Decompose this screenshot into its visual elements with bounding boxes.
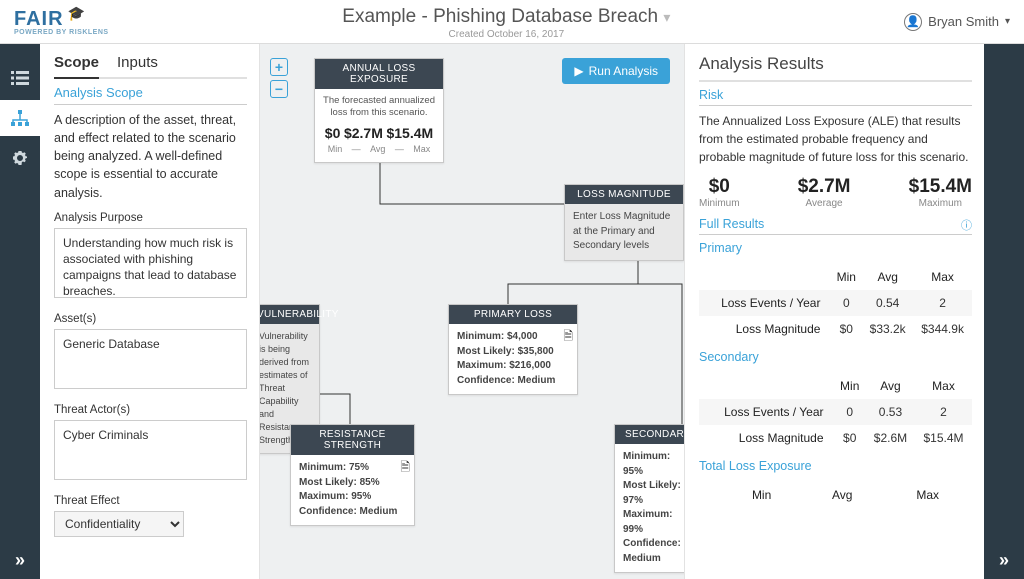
node-annual-loss-exposure[interactable]: ANNUAL LOSS EXPOSURE The forecasted annu… <box>314 58 444 163</box>
asset-input[interactable] <box>54 329 247 389</box>
logo-text: FAIR <box>14 8 64 31</box>
secondary-heading: Secondary <box>699 350 972 367</box>
purpose-input[interactable] <box>54 228 247 298</box>
purpose-label: Analysis Purpose <box>54 212 247 224</box>
diagram-canvas[interactable]: + − ▶ Run Analysis ANNUAL LOSS EXPOSURE … <box>260 44 684 579</box>
primary-heading: Primary <box>699 241 972 258</box>
primary-table: MinAvgMax Loss Events / Year00.542 Loss … <box>699 264 972 342</box>
asset-label: Asset(s) <box>54 313 247 325</box>
document-icon: 🗎 <box>563 328 573 345</box>
results-title: Analysis Results <box>699 54 972 82</box>
logo-subtext: POWERED BY RISKLENS <box>14 29 109 36</box>
play-icon: ▶ <box>574 64 583 78</box>
page-title: Example - Phishing Database Breach ▾ <box>109 6 905 28</box>
effect-select[interactable]: Confidentiality <box>54 511 184 537</box>
document-icon: 🗎 <box>400 459 410 476</box>
full-results-heading: Full Results ⓘ <box>699 217 972 235</box>
node-primary-loss[interactable]: PRIMARY LOSS 🗎 Minimum: $4,000 Most Like… <box>448 304 578 395</box>
secondary-table: MinAvgMax Loss Events / Year00.532 Loss … <box>699 373 972 451</box>
run-analysis-button[interactable]: ▶ Run Analysis <box>562 58 670 84</box>
zoom-controls: + − <box>270 58 288 98</box>
scope-tabs: Scope Inputs <box>54 54 247 79</box>
node-secondary[interactable]: SECONDARY Minimum: 95% Most Likely: 97% … <box>614 424 684 573</box>
created-date: Created October 16, 2017 <box>109 29 905 40</box>
risk-heading: Risk <box>699 88 972 106</box>
top-bar: FAIR 🎓 POWERED BY RISKLENS Example - Phi… <box>0 0 1024 44</box>
node-loss-magnitude[interactable]: LOSS MAGNITUDE Enter Loss Magnitude at t… <box>564 184 684 261</box>
risk-description: The Annualized Loss Exposure (ALE) that … <box>699 112 972 166</box>
left-rail: » <box>0 44 40 579</box>
hierarchy-icon[interactable] <box>0 100 40 136</box>
tab-inputs[interactable]: Inputs <box>117 54 158 71</box>
scope-panel: Scope Inputs Analysis Scope A descriptio… <box>40 44 260 579</box>
list-icon[interactable] <box>0 60 40 96</box>
zoom-in-button[interactable]: + <box>270 58 288 76</box>
chevron-down-icon: ▾ <box>1005 16 1010 27</box>
user-name: Bryan Smith <box>928 14 999 29</box>
right-rail: » <box>984 44 1024 579</box>
threat-label: Threat Actor(s) <box>54 404 247 416</box>
avatar-icon: 👤 <box>904 13 922 31</box>
scope-description: A description of the asset, threat, and … <box>54 111 247 202</box>
expand-right-icon[interactable]: » <box>984 550 1024 571</box>
section-title: Analysis Scope <box>54 85 247 105</box>
total-table: MinAvgMax <box>699 482 972 508</box>
help-icon[interactable]: ⓘ <box>961 217 972 233</box>
gear-icon[interactable] <box>0 140 40 176</box>
threat-input[interactable] <box>54 420 247 480</box>
node-resistance-strength[interactable]: RESISTANCE STRENGTH 🗎 Minimum: 75% Most … <box>290 424 415 526</box>
user-menu[interactable]: 👤 Bryan Smith ▾ <box>904 13 1010 31</box>
summary-row: $0Minimum $2.7MAverage $15.4MMaximum <box>699 176 972 209</box>
zoom-out-button[interactable]: − <box>270 80 288 98</box>
total-heading: Total Loss Exposure <box>699 459 972 476</box>
tab-scope[interactable]: Scope <box>54 54 99 79</box>
results-panel: Analysis Results Risk The Annualized Los… <box>684 44 984 579</box>
expand-left-icon[interactable]: » <box>0 550 40 571</box>
grad-cap-icon: 🎓 <box>68 5 86 22</box>
logo: FAIR 🎓 POWERED BY RISKLENS <box>14 8 109 36</box>
effect-label: Threat Effect <box>54 495 247 507</box>
chevron-down-icon[interactable]: ▾ <box>663 9 670 25</box>
